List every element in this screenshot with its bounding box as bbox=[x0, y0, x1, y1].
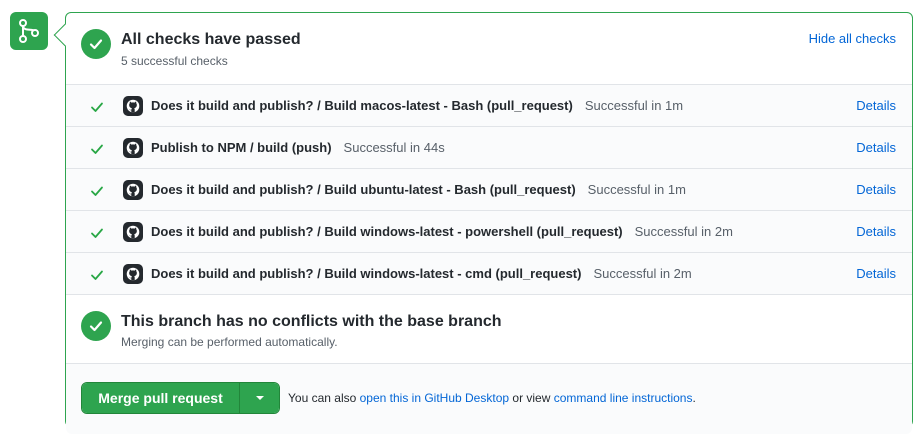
checks-list: Does it build and publish? / Build macos… bbox=[66, 85, 912, 295]
check-name: Does it build and publish? / Build ubunt… bbox=[151, 182, 576, 197]
merge-options-dropdown[interactable] bbox=[239, 383, 279, 413]
checks-title: All checks have passed bbox=[121, 31, 301, 48]
note-middle: or view bbox=[512, 391, 551, 405]
success-check-icon bbox=[81, 311, 111, 341]
check-name: Publish to NPM / build (push) bbox=[151, 140, 332, 155]
details-link[interactable]: Details bbox=[856, 266, 896, 281]
check-icon bbox=[91, 144, 103, 154]
check-row: Does it build and publish? / Build macos… bbox=[66, 85, 912, 127]
details-link[interactable]: Details bbox=[856, 98, 896, 113]
merge-pull-request-button[interactable]: Merge pull request bbox=[82, 383, 239, 413]
hide-all-checks-link[interactable]: Hide all checks bbox=[809, 31, 896, 46]
check-icon bbox=[91, 228, 103, 238]
check-name: Does it build and publish? / Build windo… bbox=[151, 266, 582, 281]
github-icon bbox=[123, 222, 143, 242]
check-row: Publish to NPM / build (push) Successful … bbox=[66, 127, 912, 169]
github-icon bbox=[123, 264, 143, 284]
check-name: Does it build and publish? / Build macos… bbox=[151, 98, 573, 113]
note-prefix: You can also bbox=[288, 391, 357, 405]
check-icon bbox=[91, 102, 103, 112]
github-icon bbox=[123, 138, 143, 158]
check-status: Successful in 2m bbox=[593, 266, 692, 281]
command-line-instructions-link[interactable]: command line instructions bbox=[554, 391, 693, 405]
details-link[interactable]: Details bbox=[856, 182, 896, 197]
merge-box: All checks have passed 5 successful chec… bbox=[65, 12, 913, 434]
check-status: Successful in 2m bbox=[634, 224, 733, 239]
check-status: Successful in 1m bbox=[584, 98, 684, 113]
triangle-down-icon bbox=[255, 396, 264, 400]
check-icon bbox=[91, 270, 103, 280]
merge-button-group: Merge pull request bbox=[81, 382, 280, 414]
conflict-subtitle: Merging can be performed automatically. bbox=[121, 335, 338, 349]
check-row: Does it build and publish? / Build windo… bbox=[66, 211, 912, 253]
details-link[interactable]: Details bbox=[856, 140, 896, 155]
check-status: Successful in 1m bbox=[587, 182, 686, 197]
git-merge-icon bbox=[10, 12, 48, 50]
github-desktop-link[interactable]: open this in GitHub Desktop bbox=[360, 391, 509, 405]
github-icon bbox=[123, 180, 143, 200]
success-check-icon bbox=[81, 29, 111, 59]
checks-subtitle: 5 successful checks bbox=[121, 54, 228, 68]
checks-header: All checks have passed 5 successful chec… bbox=[66, 13, 912, 85]
check-status: Successful in 44s bbox=[343, 140, 445, 155]
check-row: Does it build and publish? / Build ubunt… bbox=[66, 169, 912, 211]
check-name: Does it build and publish? / Build windo… bbox=[151, 224, 623, 239]
github-icon bbox=[123, 96, 143, 116]
merge-actions: Merge pull request You can also open thi… bbox=[66, 364, 912, 434]
note-suffix: . bbox=[692, 391, 696, 405]
conflict-title: This branch has no conflicts with the ba… bbox=[121, 313, 502, 330]
merge-alternatives-note: You can also open this in GitHub Desktop… bbox=[288, 391, 696, 405]
details-link[interactable]: Details bbox=[856, 224, 896, 239]
conflict-status: This branch has no conflicts with the ba… bbox=[66, 295, 912, 364]
check-icon bbox=[91, 186, 103, 196]
check-row: Does it build and publish? / Build windo… bbox=[66, 253, 912, 295]
